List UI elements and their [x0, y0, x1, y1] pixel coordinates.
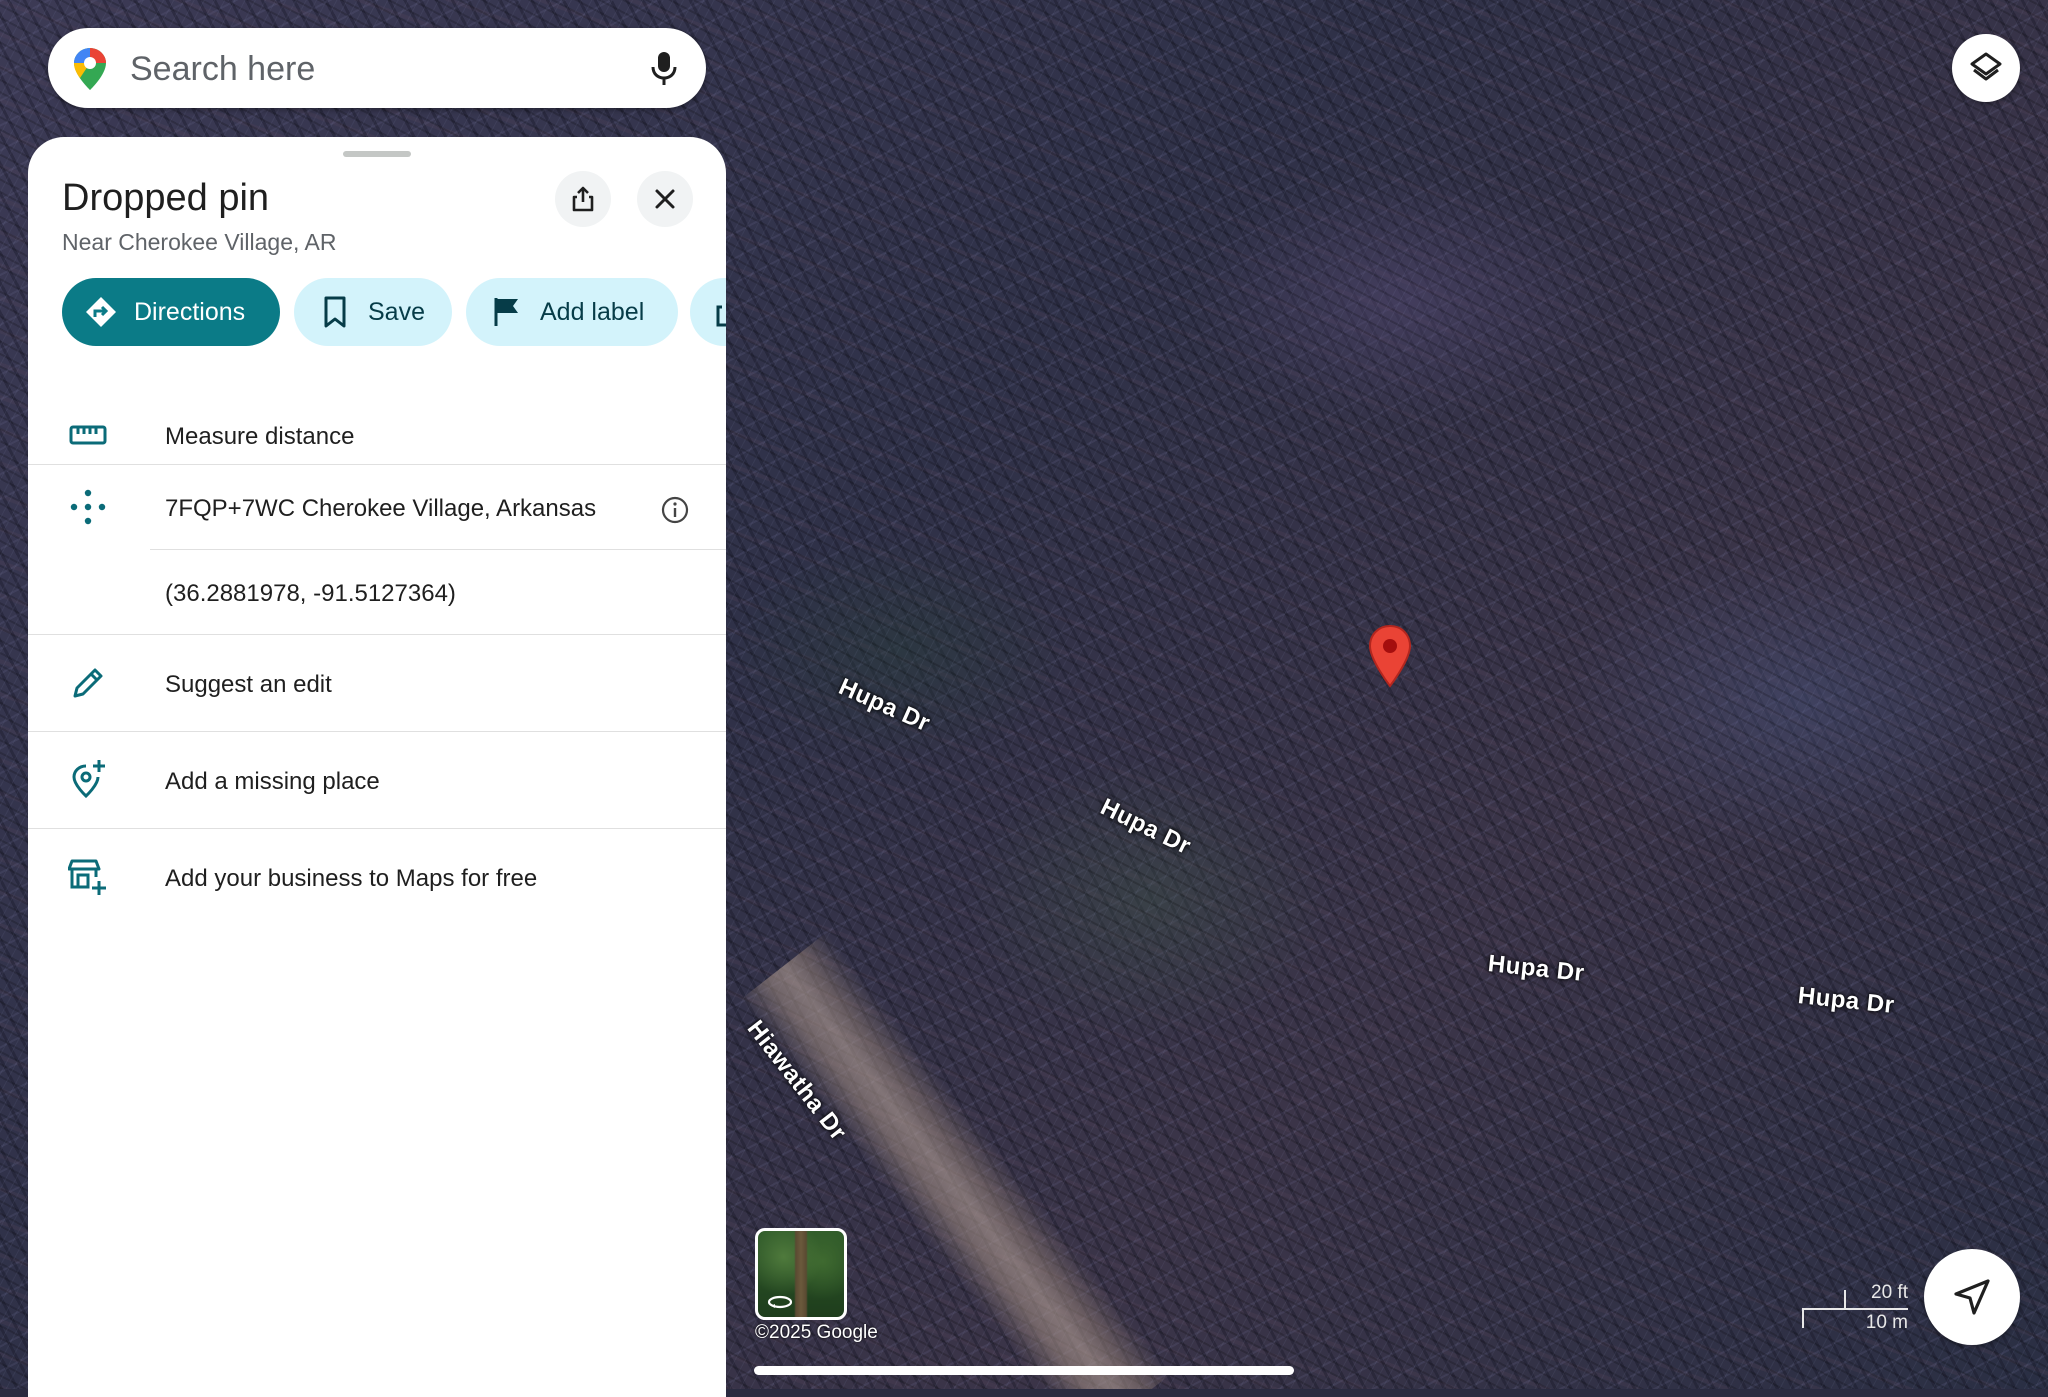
directions-button[interactable]: Directions [62, 278, 280, 346]
map-copyright: ©2025 Google [755, 1322, 878, 1343]
directions-label: Directions [134, 297, 246, 326]
microphone-icon[interactable] [644, 48, 684, 88]
coordinates-row[interactable]: (36.2881978, -91.5127364) [28, 550, 726, 634]
search-input[interactable]: Search here [130, 50, 315, 89]
street-view-thumbnail[interactable] [755, 1228, 847, 1320]
navigation-arrow-icon [1954, 1279, 1990, 1315]
place-subtitle: Near Cherokee Village, AR [62, 229, 337, 255]
plus-code-icon [70, 489, 106, 525]
street-view-360-icon [767, 1295, 793, 1309]
plus-code-row[interactable]: 7FQP+7WC Cherokee Village, Arkansas [28, 465, 726, 549]
my-location-button[interactable] [1924, 1249, 2020, 1345]
share-icon [572, 186, 594, 212]
scale-bar [1802, 1308, 1908, 1310]
map-scale: 20 ft 10 m [1802, 1280, 1912, 1333]
scale-tick [1844, 1290, 1846, 1308]
share-icon [716, 305, 726, 327]
add-business-row[interactable]: Add your business to Maps for free [28, 829, 726, 925]
layers-icon [1970, 52, 2002, 81]
flag-icon [494, 298, 518, 326]
place-details-panel[interactable]: Dropped pin Near Cherokee Village, AR Di… [28, 137, 726, 1397]
dropped-pin-marker[interactable] [1367, 624, 1413, 688]
layers-button[interactable] [1952, 34, 2020, 102]
add-label-label: Add label [540, 297, 645, 326]
directions-icon [86, 297, 116, 327]
add-label-button[interactable]: Add label [466, 278, 678, 346]
scale-tick [1802, 1308, 1804, 1328]
measure-distance-label: Measure distance [165, 423, 355, 450]
close-button[interactable] [637, 171, 693, 227]
save-button[interactable]: Save [294, 278, 452, 346]
suggest-edit-row[interactable]: Suggest an edit [28, 635, 726, 731]
scale-feet-label: 20 ft [1871, 1282, 1908, 1303]
google-maps-pin-icon [74, 48, 106, 90]
close-icon [655, 189, 675, 209]
drag-handle[interactable] [343, 151, 411, 157]
suggest-edit-label: Suggest an edit [165, 671, 332, 698]
coordinates-text: (36.2881978, -91.5127364) [165, 580, 456, 607]
add-location-icon [72, 760, 105, 798]
info-icon[interactable] [660, 495, 690, 525]
add-business-icon [68, 859, 106, 895]
ruler-icon [69, 425, 107, 445]
pencil-icon [73, 668, 103, 698]
place-title: Dropped pin [62, 177, 270, 219]
bookmark-icon [324, 296, 346, 328]
share-button[interactable] [555, 171, 611, 227]
add-missing-place-label: Add a missing place [165, 768, 380, 795]
plus-code-text: 7FQP+7WC Cherokee Village, Arkansas [165, 495, 597, 522]
add-missing-place-row[interactable]: Add a missing place [28, 732, 726, 828]
search-bar[interactable]: Search here [48, 28, 706, 108]
scale-meters-label: 10 m [1865, 1312, 1908, 1333]
more-actions-chip[interactable] [690, 278, 726, 346]
home-indicator[interactable] [754, 1366, 1294, 1375]
save-label: Save [368, 297, 425, 326]
add-business-label: Add your business to Maps for free [165, 865, 538, 892]
